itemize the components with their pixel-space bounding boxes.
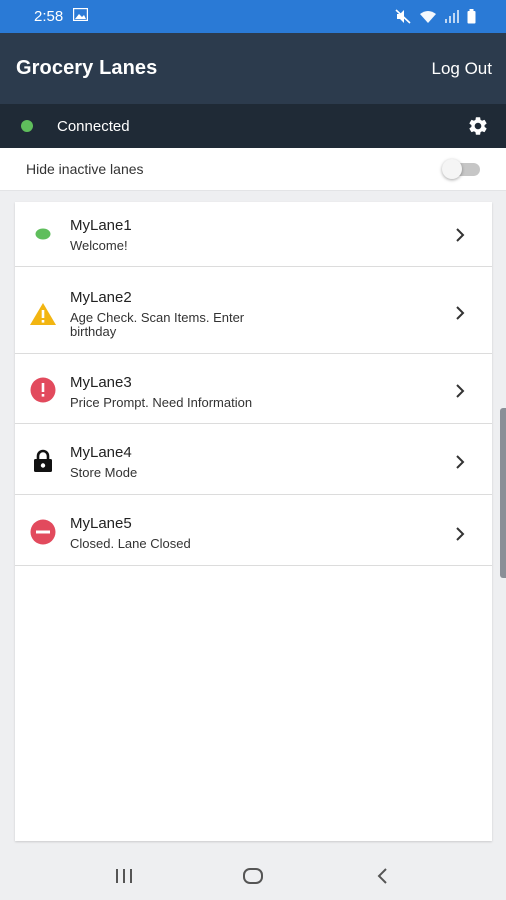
connection-status-text: Connected [57,117,130,135]
error-icon [29,376,57,404]
page-title: Grocery Lanes [16,57,158,79]
chevron-right-icon [456,455,465,469]
toggle-thumb [442,159,462,179]
app-header: Grocery Lanes Log Out [0,33,506,104]
hide-inactive-label: Hide inactive lanes [26,161,144,177]
chevron-right-icon [456,228,465,242]
connection-bar: Connected [0,104,506,148]
lane-item-mylane1[interactable]: MyLane1 Welcome! [15,202,492,267]
status-left: 2:58 [34,7,89,26]
status-time: 2:58 [34,8,64,25]
lane-status: Welcome! [70,238,128,253]
lane-item-mylane2[interactable]: MyLane2 Age Check. Scan Items. Enter bir… [15,267,492,354]
lane-name: MyLane1 [70,217,132,234]
status-right [395,9,476,24]
wifi-icon [419,10,437,24]
back-icon[interactable] [362,856,402,896]
lane-status: Store Mode [70,465,138,480]
lane-name: MyLane4 [70,444,132,461]
logout-button[interactable]: Log Out [432,59,493,79]
lane-status: Price Prompt. Need Information [70,395,253,410]
closed-icon [29,518,57,546]
lane-name: MyLane3 [70,374,132,391]
chevron-right-icon [456,384,465,398]
lane-item-mylane3[interactable]: MyLane3 Price Prompt. Need Information [15,354,492,424]
hide-inactive-toggle[interactable] [442,159,480,179]
connection-dot-icon [21,120,33,132]
gear-icon[interactable] [466,114,490,138]
recent-apps-icon[interactable] [104,856,144,896]
battery-icon [467,9,476,24]
mute-icon [395,9,411,24]
lane-item-mylane4[interactable]: MyLane4 Store Mode [15,424,492,495]
lane-name: MyLane2 [70,289,132,306]
lane-status: Closed. Lane Closed [70,536,191,551]
lane-item-mylane5[interactable]: MyLane5 Closed. Lane Closed [15,495,492,566]
system-nav-bar [0,852,506,900]
home-icon[interactable] [233,856,273,896]
warning-icon [29,300,57,328]
green-dot-icon [29,220,57,248]
hide-inactive-row: Hide inactive lanes [0,148,506,191]
lanes-list: MyLane1 Welcome! MyLane2 Age Check. Scan… [15,202,492,841]
scrollbar[interactable] [500,408,506,578]
chevron-right-icon [456,306,465,320]
lane-name: MyLane5 [70,515,132,532]
lock-icon [29,447,57,475]
lane-status: Age Check. Scan Items. Enter birthday [70,310,245,339]
connection-status: Connected [21,118,130,135]
status-bar: 2:58 [0,0,506,33]
gallery-icon [73,7,89,26]
signal-icon [445,10,459,23]
chevron-right-icon [456,527,465,541]
